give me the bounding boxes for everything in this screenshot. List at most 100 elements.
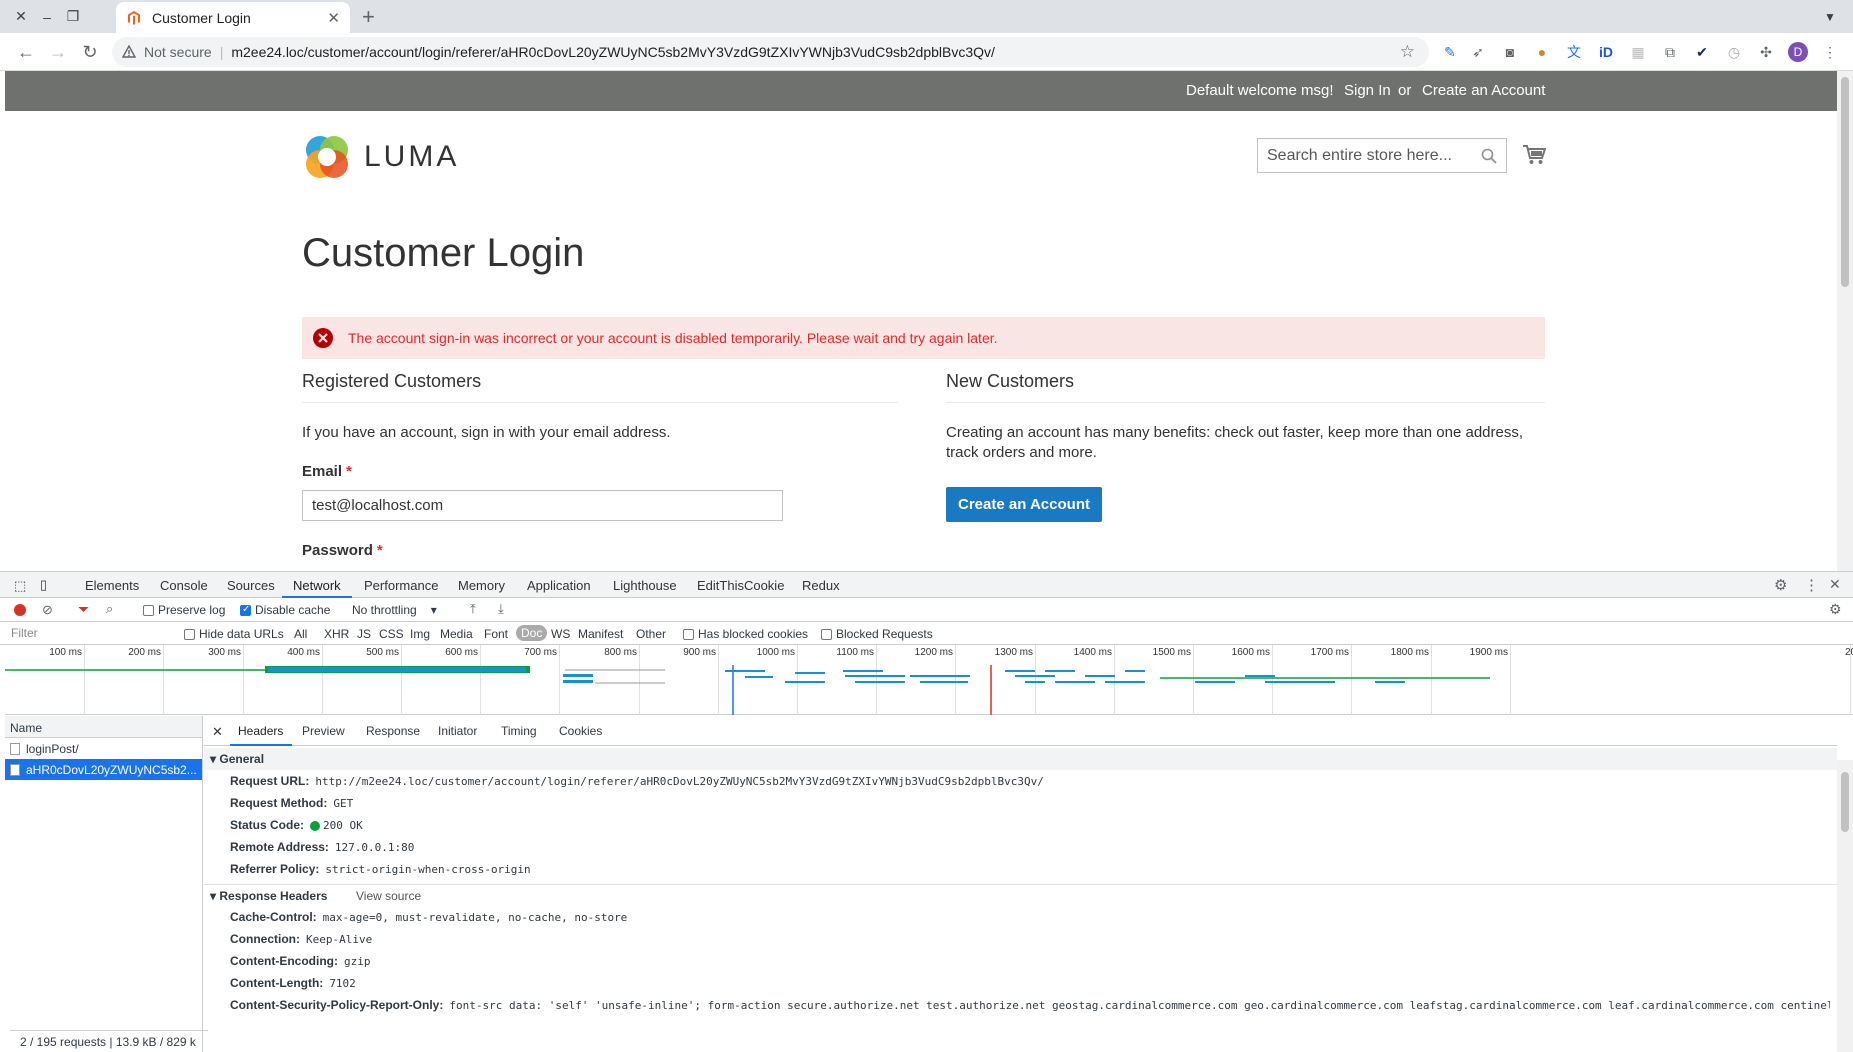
response-headers-section-header[interactable]: ▾ Response Headers [210, 889, 327, 903]
new-tab-icon[interactable]: + [362, 4, 375, 30]
type-css[interactable]: CSS [379, 627, 404, 641]
extension-tag-icon[interactable]: ⧉ [1660, 42, 1680, 62]
type-manifest[interactable]: Manifest [578, 627, 623, 641]
extension-camera-icon[interactable]: ◙ [1500, 42, 1520, 62]
details-scrollbar[interactable] [1837, 760, 1853, 1052]
devtools-tab-application[interactable]: Application [527, 578, 591, 593]
disable-cache-checkbox[interactable]: Disable cache [240, 603, 330, 617]
back-icon[interactable]: ← [14, 40, 38, 64]
tab-search-icon[interactable]: ▼ [1817, 0, 1843, 33]
view-source-link[interactable]: View source [356, 889, 421, 903]
email-field[interactable]: test@localhost.com [302, 490, 783, 521]
new-customers-text: Creating an account has many benefits: c… [946, 424, 1524, 461]
window-close-icon[interactable]: ✕ [8, 0, 34, 33]
blocked-requests-box[interactable] [821, 629, 832, 641]
devtools-tab-redux[interactable]: Redux [802, 578, 840, 593]
type-js[interactable]: JS [357, 627, 371, 641]
type-doc[interactable]: Doc [516, 625, 548, 641]
details-scrollbar-thumb[interactable] [1841, 772, 1849, 832]
extension-id-icon[interactable]: iD [1596, 42, 1616, 62]
extension-rocket-icon[interactable]: ➶ [1468, 42, 1488, 62]
devtools-settings-icon[interactable]: ⚙ [1774, 576, 1787, 594]
type-img[interactable]: Img [410, 627, 430, 641]
inspect-element-icon[interactable]: ⬚ [14, 578, 26, 594]
hide-data-urls-box[interactable] [184, 629, 195, 641]
reload-icon[interactable]: ↻ [78, 40, 102, 64]
search-network-icon[interactable]: ⌕ [106, 601, 113, 617]
window-minimize-icon[interactable]: – [34, 0, 60, 33]
disable-cache-box[interactable] [240, 604, 251, 617]
devtools-close-icon[interactable]: ✕ [1829, 576, 1841, 593]
type-other[interactable]: Other [636, 627, 666, 641]
preserve-log-label: Preserve log [158, 603, 226, 617]
search-input[interactable]: Search entire store here... [1257, 138, 1507, 173]
details-tab-timing[interactable]: Timing [501, 724, 537, 738]
type-ws[interactable]: WS [551, 627, 570, 641]
create-account-button[interactable]: Create an Account [946, 487, 1102, 522]
type-all[interactable]: All [294, 627, 307, 641]
tab-close-icon[interactable]: ✕ [327, 9, 340, 27]
page-scrollbar-thumb[interactable] [1841, 77, 1849, 287]
devtools-tab-elements[interactable]: Elements [85, 578, 139, 593]
profile-avatar[interactable]: D [1788, 42, 1808, 62]
network-overview[interactable]: 201900 ms1800 ms1700 ms1600 ms1500 ms140… [5, 645, 1853, 715]
request-row[interactable]: loginPost/ [5, 738, 202, 759]
extension-translate-icon[interactable]: 文 [1564, 42, 1584, 62]
cart-icon[interactable] [1522, 144, 1546, 166]
search-icon[interactable] [1481, 148, 1497, 164]
extension-grid-icon[interactable]: ▦ [1628, 42, 1648, 62]
address-bar[interactable]: Not secure | m2ee24.loc/customer/account… [112, 37, 1429, 67]
details-close-icon[interactable]: ✕ [212, 724, 223, 740]
details-tab-initiator[interactable]: Initiator [438, 724, 477, 738]
hide-data-urls-checkbox[interactable]: Hide data URLs [184, 627, 284, 641]
page-scrollbar[interactable] [1837, 71, 1853, 571]
device-toolbar-icon[interactable]: ▯ [40, 577, 47, 593]
throttling-select[interactable]: No throttling ▾ [352, 603, 437, 617]
network-controls: ⊘ ⏷ ⌕ Preserve log Disable cache No thro… [0, 598, 1853, 622]
details-tab-response[interactable]: Response [366, 724, 420, 738]
devtools-tab-lighthouse[interactable]: Lighthouse [613, 578, 677, 593]
network-settings-icon[interactable]: ⚙ [1829, 601, 1842, 618]
type-media[interactable]: Media [440, 627, 473, 641]
extension-clock-icon[interactable]: ◷ [1724, 42, 1744, 62]
type-xhr[interactable]: XHR [324, 627, 349, 641]
export-har-icon[interactable]: ⤓ [498, 601, 504, 617]
extensions-puzzle-icon[interactable]: ✣ [1756, 42, 1776, 62]
has-blocked-cookies-checkbox[interactable]: Has blocked cookies [683, 627, 808, 641]
forward-icon[interactable]: → [46, 40, 70, 64]
details-tab-preview[interactable]: Preview [302, 724, 345, 738]
devtools-tab-console[interactable]: Console [160, 578, 208, 593]
store-logo[interactable]: LUMA [302, 132, 459, 182]
create-account-link[interactable]: Create an Account [1422, 82, 1545, 99]
filter-icon[interactable]: ⏷ [78, 601, 89, 618]
extension-cookie-icon[interactable]: ● [1532, 42, 1552, 62]
name-column-header[interactable]: Name [5, 716, 202, 738]
devtools-menu-icon[interactable]: ⋮ [1804, 576, 1819, 594]
devtools-tab-editthiscookie[interactable]: EditThisCookie [697, 578, 784, 593]
browser-tab[interactable]: Customer Login ✕ [116, 2, 350, 33]
preserve-log-box[interactable] [143, 605, 154, 617]
bookmark-star-icon[interactable]: ☆ [1400, 42, 1415, 62]
sign-in-link[interactable]: Sign In [1344, 82, 1391, 99]
browser-menu-icon[interactable]: ⋮ [1820, 42, 1840, 62]
devtools-tab-memory[interactable]: Memory [458, 578, 505, 593]
record-icon[interactable] [14, 604, 26, 616]
devtools-tab-sources[interactable]: Sources [227, 578, 275, 593]
preserve-log-checkbox[interactable]: Preserve log [143, 603, 225, 617]
window-restore-icon[interactable]: ❐ [60, 0, 86, 33]
details-tab-cookies[interactable]: Cookies [559, 724, 602, 738]
details-tab-headers[interactable]: Headers [238, 724, 283, 738]
response-header-row: Cache-Control: max-age=0, must-revalidate… [230, 910, 627, 924]
extension-check-icon[interactable]: ✔ [1692, 42, 1712, 62]
extension-pen-icon[interactable]: ✎ [1440, 42, 1460, 62]
clear-icon[interactable]: ⊘ [42, 602, 53, 618]
request-row-selected[interactable]: aHR0cDovL20yZWUyNC5sb2... [5, 759, 202, 780]
blocked-requests-checkbox[interactable]: Blocked Requests [821, 627, 933, 641]
type-font[interactable]: Font [484, 627, 508, 641]
devtools-tab-network[interactable]: Network [293, 578, 341, 593]
general-section-header[interactable]: ▾ General [204, 748, 1837, 770]
import-har-icon[interactable]: ⤒ [470, 601, 476, 617]
devtools-tab-performance[interactable]: Performance [364, 578, 438, 593]
filter-input[interactable]: Filter [6, 623, 172, 643]
has-blocked-cookies-box[interactable] [683, 629, 694, 641]
